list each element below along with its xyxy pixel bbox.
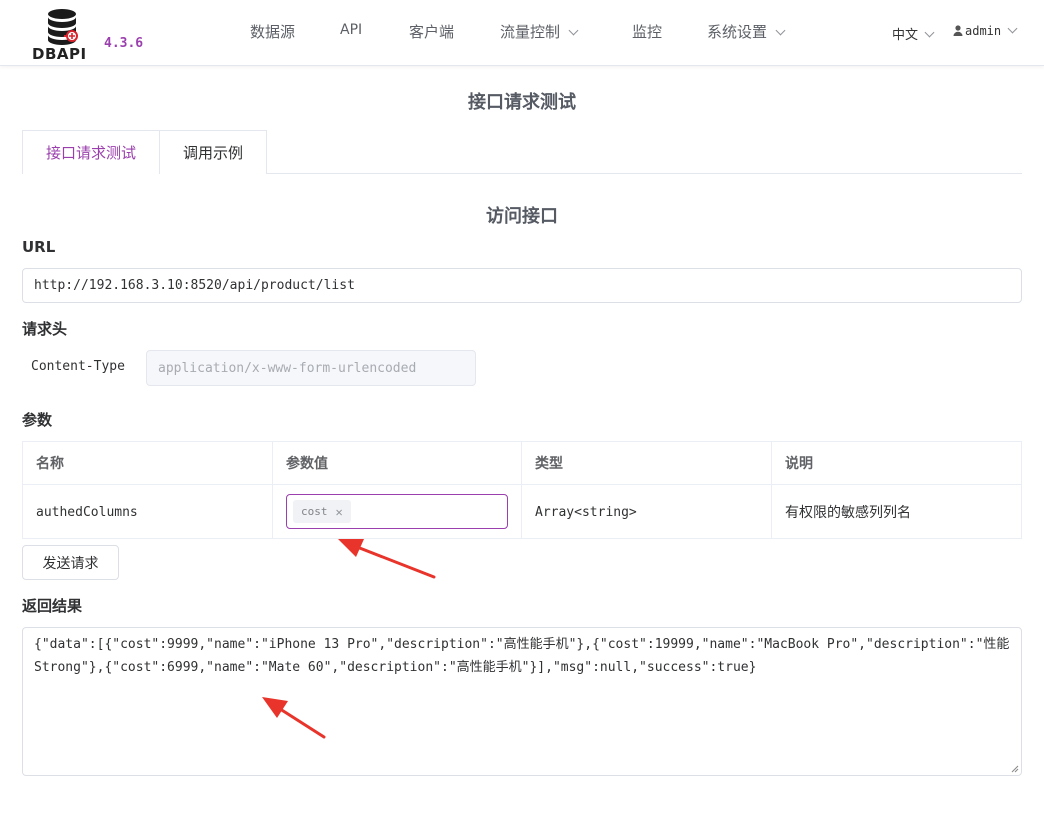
param-desc-cell: 有权限的敏感列列名 (785, 505, 911, 521)
close-icon[interactable]: ✕ (336, 505, 343, 519)
nav-item-traffic-control[interactable]: 流量控制 (500, 21, 579, 42)
nav-item-client[interactable]: 客户端 (409, 21, 454, 42)
tab-call-example[interactable]: 调用示例 (159, 130, 267, 174)
url-label: URL (22, 238, 56, 256)
page-title: 接口请求测试 (468, 92, 576, 113)
param-value-cell: cost ✕ (273, 485, 522, 539)
annotation-arrow-1 (338, 539, 436, 579)
header-key: Content-Type (31, 359, 125, 374)
nav-item-api[interactable]: API (340, 22, 362, 38)
chevron-down-icon (568, 25, 579, 36)
tag-label: cost (301, 505, 328, 518)
result-textarea[interactable]: {"data":[{"cost":9999,"name":"iPhone 13 … (22, 627, 1022, 776)
resize-grip-icon[interactable] (1011, 765, 1019, 773)
user-menu[interactable]: admin (953, 23, 1018, 38)
nav-item-datasource[interactable]: 数据源 (250, 21, 295, 42)
tab-bar: 接口请求测试 调用示例 (22, 130, 1022, 174)
param-type-cell: Array<string> (522, 485, 772, 539)
column-header-value: 参数值 (273, 442, 522, 485)
param-name-cell: authedColumns (23, 485, 273, 539)
result-label: 返回结果 (22, 597, 83, 615)
language-switcher[interactable]: 中文 (892, 24, 935, 43)
param-value-select[interactable]: cost ✕ (286, 494, 508, 529)
url-input[interactable]: http://192.168.3.10:8520/api/product/lis… (22, 268, 1022, 303)
send-request-button[interactable]: 发送请求 (22, 545, 119, 580)
url-value: http://192.168.3.10:8520/api/product/lis… (34, 278, 355, 293)
column-header-name: 名称 (23, 442, 273, 485)
tab-request-test[interactable]: 接口请求测试 (22, 130, 160, 174)
top-navbar: DBAPI 4.3.6 数据源 API 客户端 流量控制 监控 系统设置 中文 … (0, 0, 1044, 66)
result-text: {"data":[{"cost":9999,"name":"iPhone 13 … (34, 637, 1010, 675)
headers-label: 请求头 (22, 320, 68, 338)
app-version: 4.3.6 (104, 36, 144, 51)
nav-item-system-settings[interactable]: 系统设置 (707, 21, 786, 42)
header-value-placeholder: application/x-www-form-urlencoded (158, 360, 417, 376)
chevron-down-icon (1007, 23, 1018, 34)
params-label: 参数 (22, 411, 53, 429)
chevron-down-icon (924, 27, 935, 38)
param-value-tag: cost ✕ (293, 500, 351, 523)
header-value-input[interactable]: application/x-www-form-urlencoded (146, 350, 476, 386)
section-title: 访问接口 (486, 206, 558, 227)
nav-item-monitor[interactable]: 监控 (632, 21, 662, 42)
column-header-type: 类型 (522, 442, 772, 485)
params-table: 名称 参数值 类型 说明 authedColumns cost ✕ Array<… (22, 441, 1022, 539)
user-icon (953, 25, 963, 36)
app-name: DBAPI (32, 45, 87, 63)
column-header-description: 说明 (772, 442, 1022, 485)
chevron-down-icon (775, 25, 786, 36)
